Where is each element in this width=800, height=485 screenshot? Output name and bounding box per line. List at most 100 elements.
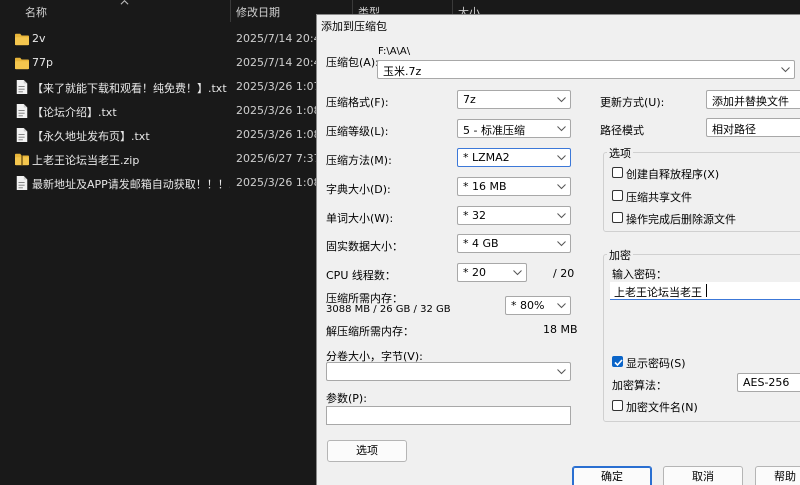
archive-path: F:\A\A\ [378, 46, 411, 57]
file-name: 【来了就能下载和观看！纯免费！】.txt [32, 82, 227, 95]
shared-files-label: 压缩共享文件 [626, 191, 692, 204]
solid-value: * 4 GB [463, 237, 499, 250]
file-date: 2025/6/27 7:37 [236, 152, 321, 165]
file-row[interactable]: 2v 2025/7/14 20:48 [0, 27, 330, 51]
chevron-down-icon [557, 369, 566, 375]
text-file-icon [16, 80, 28, 94]
show-password-checkbox[interactable] [612, 356, 623, 367]
cpu-value: * 20 [463, 266, 486, 279]
chevron-down-icon [557, 184, 566, 190]
mem-detail: 3088 MB / 26 GB / 32 GB [326, 304, 451, 315]
params-input[interactable] [326, 406, 571, 425]
file-name: 上老王论坛当老王.zip [32, 154, 140, 167]
dict-label: 字典大小(D): [326, 183, 391, 196]
word-label: 单词大小(W): [326, 212, 394, 225]
show-password-label: 显示密码(S) [626, 357, 686, 370]
cpu-select[interactable]: * 20 [457, 263, 527, 282]
cpu-label: CPU 线程数： [326, 269, 396, 282]
chevron-down-icon [557, 155, 566, 161]
word-select[interactable]: * 32 [457, 206, 571, 225]
delete-source-checkbox[interactable] [612, 212, 623, 223]
volume-combo[interactable] [326, 362, 571, 381]
file-row[interactable]: 【来了就能下载和观看！纯免费！】.txt 2025/3/26 1:07 [0, 75, 330, 99]
ok-button[interactable]: 确定 [572, 466, 652, 485]
chevron-down-icon [557, 126, 566, 132]
file-row[interactable]: 上老王论坛当老王.zip 2025/6/27 7:37 [0, 147, 330, 171]
file-name: 最新地址及APP请发邮箱自动获取！！！.... [32, 178, 230, 191]
folder-icon [15, 33, 29, 46]
chevron-down-icon [557, 303, 566, 309]
enc-method-value: AES-256 [743, 376, 790, 389]
cpu-max: / 20 [553, 267, 575, 280]
column-modified[interactable]: 修改日期 [236, 4, 280, 20]
cancel-button[interactable]: 取消 [663, 466, 743, 485]
dialog-title: 添加到压缩包 [321, 20, 387, 33]
update-value: 添加并替换文件 [712, 95, 789, 108]
method-value: * LZMA2 [463, 151, 510, 164]
zip-folder-icon [15, 153, 29, 166]
dict-select[interactable]: * 16 MB [457, 177, 571, 196]
file-name: 77p [32, 56, 53, 69]
sfx-checkbox[interactable] [612, 167, 623, 178]
enc-method-select[interactable]: AES-256 [737, 373, 800, 392]
options-button[interactable]: 选项 [327, 440, 407, 462]
chevron-down-icon [513, 270, 522, 276]
text-cursor [706, 284, 707, 297]
sfx-label: 创建自释放程序(X) [626, 168, 720, 181]
decomp-value: 18 MB [543, 323, 578, 336]
mem-percent-value: * 80% [511, 299, 545, 312]
password-input[interactable]: 上老王论坛当老王 [610, 282, 800, 300]
column-divider[interactable] [230, 0, 231, 22]
word-value: * 32 [463, 209, 486, 222]
file-date: 2025/3/26 1:08 [236, 128, 321, 141]
file-row[interactable]: 【永久地址发布页】.txt 2025/3/26 1:08 [0, 123, 330, 147]
password-label: 输入密码： [612, 268, 667, 281]
chevron-down-icon [557, 213, 566, 219]
column-name[interactable]: 名称 [25, 4, 47, 20]
path-value: 相对路径 [712, 123, 756, 136]
shared-files-checkbox[interactable] [612, 190, 623, 201]
delete-source-label: 操作完成后删除源文件 [626, 213, 736, 226]
chevron-down-icon [557, 241, 566, 247]
file-date: 2025/3/26 1:08 [236, 176, 321, 189]
file-name: 【论坛介绍】.txt [32, 106, 117, 119]
level-value: 5 - 标准压缩 [463, 124, 525, 137]
update-select[interactable]: 添加并替换文件 [706, 90, 800, 109]
method-label: 压缩方法(M): [326, 154, 392, 167]
file-date: 2025/3/26 1:07 [236, 80, 321, 93]
solid-select[interactable]: * 4 GB [457, 234, 571, 253]
chevron-down-icon [781, 67, 790, 73]
method-select[interactable]: * LZMA2 [457, 148, 571, 167]
decomp-label: 解压缩所需内存： [326, 325, 414, 338]
file-date: 2025/7/14 20:48 [236, 32, 328, 45]
encrypt-names-label: 加密文件名(N) [626, 401, 698, 414]
solid-label: 固实数据大小： [326, 240, 403, 253]
help-button[interactable]: 帮助 [755, 466, 800, 485]
file-row[interactable]: 77p 2025/7/14 20:48 [0, 51, 330, 75]
format-value: 7z [463, 93, 476, 106]
params-label: 参数(P): [326, 392, 367, 405]
password-value: 上老王论坛当老王 [614, 286, 702, 299]
folder-icon [15, 57, 29, 70]
update-label: 更新方式(U): [600, 96, 665, 109]
encrypt-names-checkbox[interactable] [612, 400, 623, 411]
mem-percent-select[interactable]: * 80% [505, 296, 571, 315]
file-date: 2025/7/14 20:48 [236, 56, 328, 69]
options-group-title: 选项 [607, 145, 633, 161]
path-label: 路径模式 [600, 124, 644, 137]
enc-method-label: 加密算法： [612, 379, 667, 392]
archive-name-combo[interactable]: 玉米.7z [377, 60, 795, 79]
level-select[interactable]: 5 - 标准压缩 [457, 119, 571, 138]
sort-up-icon [120, 0, 129, 5]
text-file-icon [16, 176, 28, 190]
check-icon [614, 359, 623, 367]
encryption-group-title: 加密 [607, 247, 633, 263]
file-row[interactable]: 【论坛介绍】.txt 2025/3/26 1:08 [0, 99, 330, 123]
format-select[interactable]: 7z [457, 90, 571, 109]
dict-value: * 16 MB [463, 180, 507, 193]
text-file-icon [16, 104, 28, 118]
level-label: 压缩等级(L): [326, 125, 389, 138]
chevron-down-icon [557, 97, 566, 103]
file-row[interactable]: 最新地址及APP请发邮箱自动获取！！！.... 2025/3/26 1:08 [0, 171, 330, 195]
path-select[interactable]: 相对路径 [706, 118, 800, 137]
